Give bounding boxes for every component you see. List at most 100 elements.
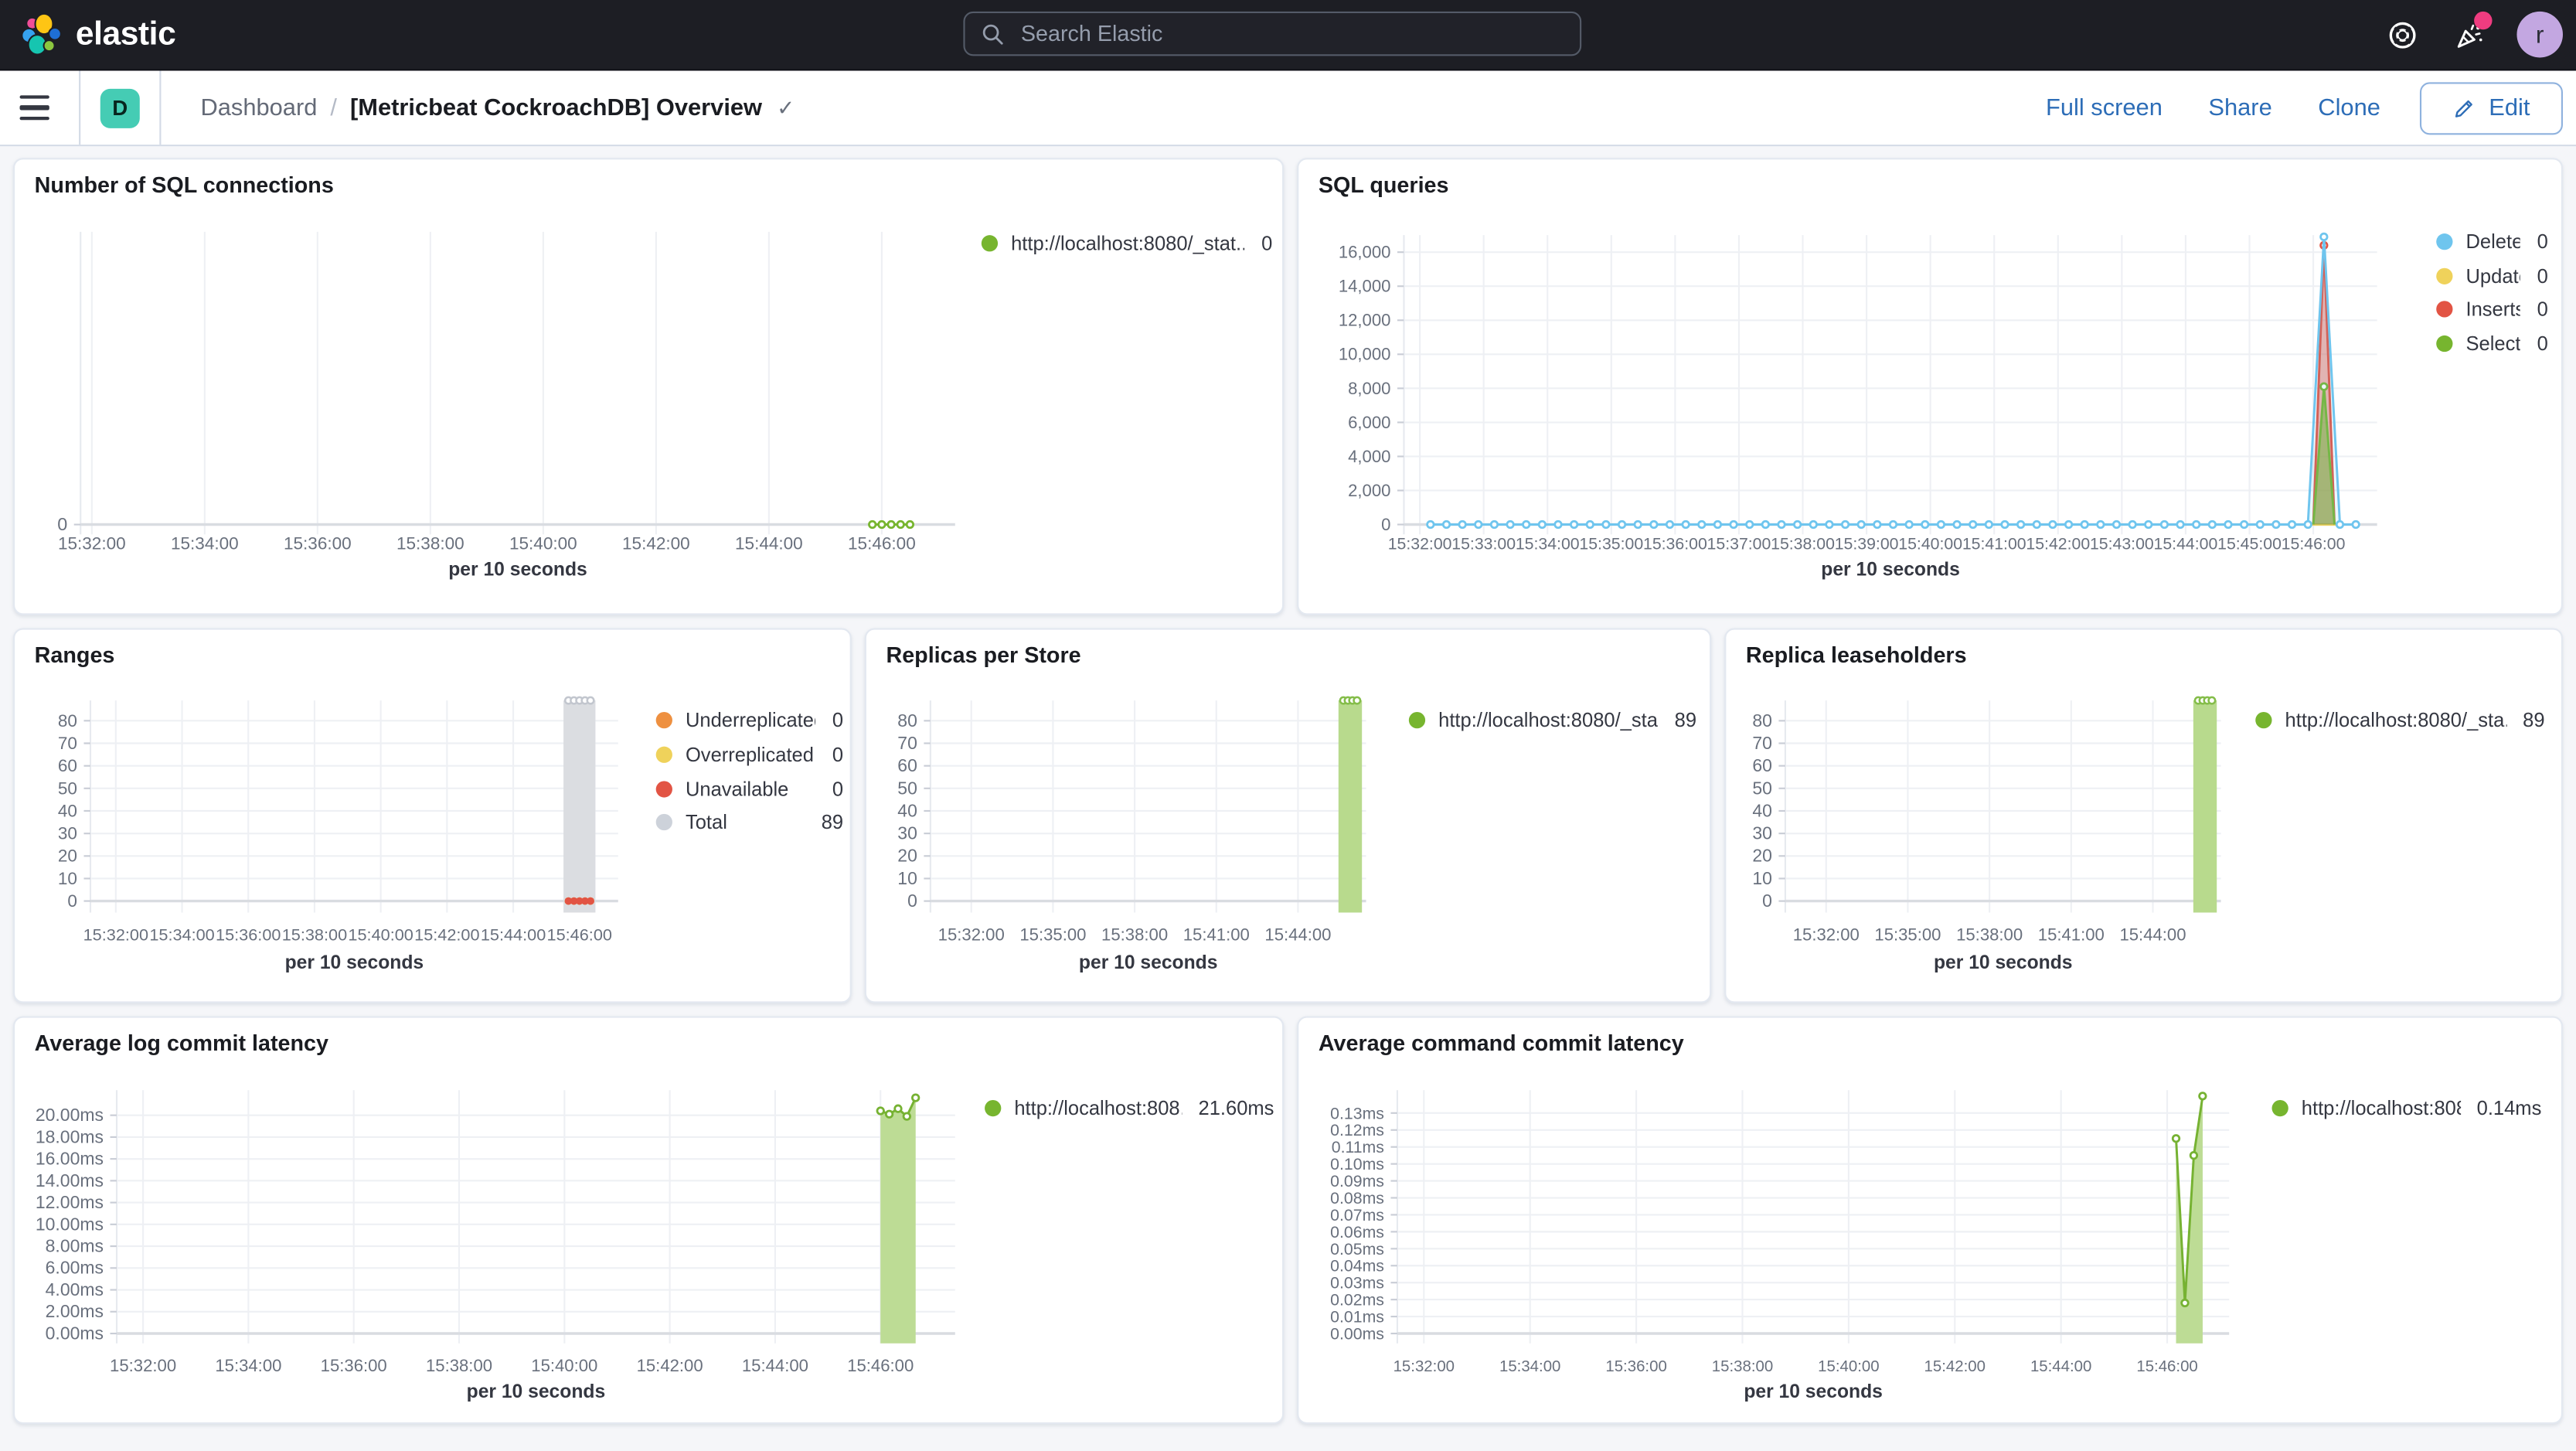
svg-text:6,000: 6,000 (1348, 413, 1390, 432)
svg-text:0.00ms: 0.00ms (1330, 1324, 1384, 1343)
svg-text:15:38:00: 15:38:00 (396, 533, 464, 553)
clone-button[interactable]: Clone (2318, 94, 2380, 121)
svg-text:10: 10 (897, 868, 917, 888)
legend-item[interactable]: Inserts 0 (2436, 293, 2548, 327)
svg-text:15:40:00: 15:40:00 (1818, 1358, 1879, 1375)
edit-button[interactable]: Edit (2419, 81, 2563, 135)
help-button[interactable] (2382, 15, 2421, 54)
svg-text:4.00ms: 4.00ms (46, 1279, 104, 1299)
svg-text:2.00ms: 2.00ms (46, 1301, 104, 1321)
panel-title: Ranges (34, 642, 115, 668)
legend-dot (2271, 1098, 2288, 1116)
svg-text:0.00ms: 0.00ms (46, 1323, 104, 1343)
legend-dot (1408, 712, 1426, 729)
svg-text:0.12ms: 0.12ms (1330, 1121, 1384, 1139)
legend-label: http://localhost:8080/_sta... (2285, 709, 2506, 733)
dashboard-app-badge[interactable]: D (100, 87, 140, 128)
user-avatar[interactable]: r (2516, 11, 2563, 58)
svg-text:15:38:00: 15:38:00 (1712, 1358, 1773, 1375)
legend: http://localhost:8080... 0.14ms (2271, 1090, 2542, 1125)
svg-text:0.02ms: 0.02ms (1330, 1291, 1384, 1310)
legend: Deletes 0 Updates 0 Inserts 0 Selects 0 (2436, 225, 2548, 360)
svg-text:15:43:00: 15:43:00 (2090, 534, 2154, 553)
legend-item[interactable]: http://localhost:8080/_sta... 89 (2255, 703, 2545, 737)
svg-text:0: 0 (67, 891, 77, 911)
panel-replica-leaseholders: Replica leaseholders 15:32:00 15:35:00 15:… (1724, 628, 2563, 1003)
chart-replicas-per-store[interactable]: 15:32:00 15:35:00 15:38:00 15:41:00 15:44:00… (866, 630, 1710, 1002)
search-input[interactable] (1017, 19, 1518, 48)
panel-ranges: Ranges 15:32:00 15:34:00 15:36:00 15:38:00 1… (13, 628, 852, 1003)
svg-text:15:44:00: 15:44:00 (2119, 925, 2186, 945)
svg-text:60: 60 (897, 755, 917, 775)
svg-text:60: 60 (58, 756, 77, 775)
svg-text:15:42:00: 15:42:00 (637, 1356, 703, 1375)
svg-text:15:36:00: 15:36:00 (321, 1356, 387, 1375)
svg-text:30: 30 (897, 823, 917, 843)
full-screen-button[interactable]: Full screen (2046, 94, 2163, 121)
legend-value: 0.14ms (2476, 1095, 2542, 1119)
legend-item[interactable]: http://localhost:8080/_stat... 0 (981, 225, 1272, 260)
svg-text:per 10 seconds: per 10 seconds (1079, 952, 1218, 973)
legend: http://localhost:8080/_sta... 89 (1408, 703, 1696, 737)
elastic-home-link[interactable]: elastic (20, 12, 176, 58)
svg-text:15:34:00: 15:34:00 (149, 925, 214, 945)
breadcrumb-dashboard[interactable]: Dashboard (200, 94, 317, 121)
legend-dot (985, 1098, 1002, 1116)
chart-avg-command-commit-latency[interactable]: 15:32:00 15:34:00 15:36:00 15:38:00 15:40:00… (1298, 1018, 2561, 1422)
svg-text:4,000: 4,000 (1348, 447, 1390, 466)
legend-label: Total (685, 811, 727, 835)
panel-title: Average command commit latency (1318, 1030, 1684, 1056)
chart-avg-log-commit-latency[interactable]: 15:32:00 15:34:00 15:36:00 15:38:00 15:40:00… (15, 1018, 1282, 1422)
svg-text:15:35:00: 15:35:00 (1874, 925, 1941, 945)
legend: Underreplicated 0 Overreplicated 0 Unavailab… (655, 703, 843, 840)
svg-text:60: 60 (1752, 755, 1772, 775)
legend-item[interactable]: Total 89 (655, 806, 843, 840)
chart-replica-leaseholders[interactable]: 15:32:00 15:35:00 15:38:00 15:41:00 15:44:00… (1726, 630, 2561, 1002)
svg-text:15:44:00: 15:44:00 (2154, 534, 2218, 553)
chart-sql-queries[interactable]: 15:32:00 15:33:00 15:34:00 15:35:00 15:36:00… (1298, 159, 2561, 613)
svg-text:14.00ms: 14.00ms (36, 1170, 104, 1190)
legend: http://localhost:8080/_stat... 0 (981, 225, 1272, 260)
divider (159, 70, 162, 145)
legend-item[interactable]: http://localhost:808... 21.60ms (985, 1090, 1274, 1125)
legend-item[interactable]: http://localhost:8080/_sta... 89 (1408, 703, 1696, 737)
notification-badge (2474, 11, 2493, 30)
panel-title: Number of SQL connections (34, 172, 334, 198)
panel-title: Replicas per Store (886, 642, 1081, 668)
svg-text:0.11ms: 0.11ms (1332, 1138, 1384, 1156)
news-feed-button[interactable] (2449, 11, 2493, 54)
share-button[interactable]: Share (2208, 94, 2271, 121)
global-search[interactable] (963, 11, 1582, 56)
svg-text:15:42:00: 15:42:00 (1924, 1358, 1986, 1375)
svg-text:0.03ms: 0.03ms (1330, 1274, 1384, 1293)
legend-dot (655, 746, 672, 763)
svg-text:15:40:00: 15:40:00 (531, 1356, 597, 1375)
legend-item[interactable]: Overreplicated 0 (655, 737, 843, 771)
svg-text:2,000: 2,000 (1348, 481, 1390, 500)
svg-text:8,000: 8,000 (1348, 379, 1390, 398)
legend-label: Inserts (2465, 298, 2521, 322)
menu-button[interactable] (19, 88, 60, 128)
svg-text:80: 80 (1752, 710, 1772, 731)
legend-item[interactable]: Underreplicated 0 (655, 703, 843, 737)
legend-value: 0 (2537, 298, 2548, 322)
svg-text:50: 50 (1752, 778, 1772, 798)
svg-text:15:38:00: 15:38:00 (1956, 925, 2023, 945)
svg-text:15:34:00: 15:34:00 (1499, 1358, 1560, 1375)
svg-text:15:46:00: 15:46:00 (2136, 1358, 2197, 1375)
svg-text:15:41:00: 15:41:00 (2038, 925, 2105, 945)
legend-item[interactable]: http://localhost:8080... 0.14ms (2271, 1090, 2542, 1125)
svg-text:0.09ms: 0.09ms (1330, 1172, 1384, 1190)
legend-item[interactable]: Unavailable 0 (655, 771, 843, 806)
legend-item[interactable]: Selects 0 (2436, 327, 2548, 361)
edit-button-label: Edit (2489, 94, 2530, 121)
svg-text:20.00ms: 20.00ms (36, 1105, 104, 1125)
legend-item[interactable]: Deletes 0 (2436, 225, 2548, 259)
svg-text:15:41:00: 15:41:00 (1183, 925, 1250, 945)
svg-text:0.06ms: 0.06ms (1330, 1223, 1384, 1242)
legend-item[interactable]: Updates 0 (2436, 259, 2548, 293)
svg-text:15:42:00: 15:42:00 (622, 533, 690, 553)
dashboard-grid: Number of SQL connections 15:32:00 15:34:… (0, 146, 2576, 1451)
legend-label: Selects (2465, 332, 2521, 356)
legend-dot (2255, 712, 2272, 729)
